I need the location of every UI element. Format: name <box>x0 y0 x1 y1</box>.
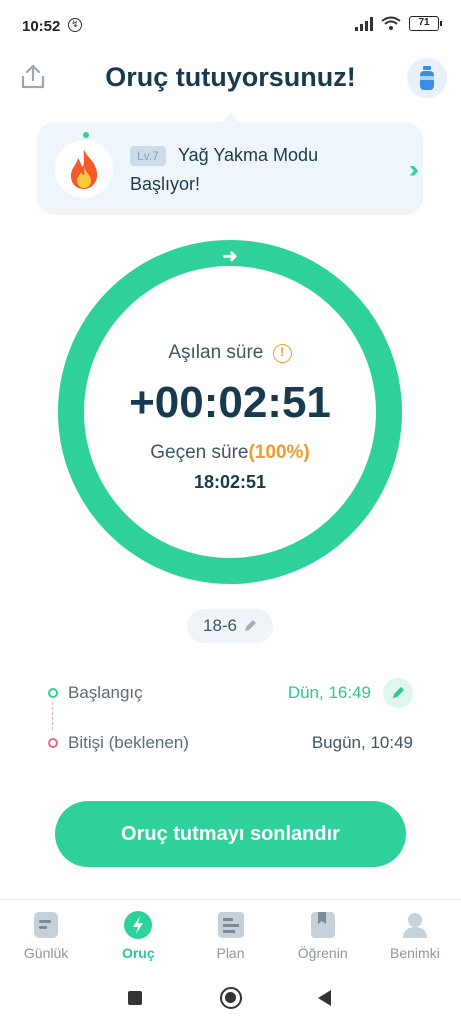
progress-dot <box>83 132 89 138</box>
nav-label-profile: Benimki <box>390 945 440 961</box>
arrow-right-icon: ➜ <box>222 246 238 266</box>
plan-icon <box>216 910 246 940</box>
share-icon <box>21 64 45 89</box>
passed-percent: (100%) <box>248 442 310 463</box>
start-time-row: Başlangıç Dün, 16:49 <box>48 678 413 708</box>
start-dot <box>48 688 58 698</box>
end-value: Bugün, 10:49 <box>311 733 413 752</box>
end-time-row: Bitişi (beklenen) Bugün, 10:49 <box>48 728 413 758</box>
end-label: Bitişi (beklenen) <box>68 733 189 752</box>
elapsed-label: Aşılan süre <box>168 342 264 363</box>
status-time: 10:52 <box>22 18 61 35</box>
plan-label: 18-6 <box>202 616 238 635</box>
water-button[interactable] <box>407 58 447 98</box>
nav-item-journal[interactable]: Günlük <box>0 900 92 973</box>
journal-icon <box>31 910 61 940</box>
double-chevron-right-icon: ›› <box>409 156 419 183</box>
end-fasting-button[interactable]: Oruç tutmayı sonlandır <box>55 801 406 867</box>
status-icons: 71 <box>355 16 442 31</box>
passed-time: 18:02:51 <box>193 472 267 492</box>
nav-item-fasting[interactable]: Oruç <box>92 900 184 973</box>
lightning-icon <box>123 910 153 940</box>
nav-item-profile[interactable]: Benimki <box>369 900 461 973</box>
banner-title-line2: Başlıyor! <box>130 174 201 194</box>
wifi-icon <box>381 16 401 30</box>
nav-label-fasting: Oruç <box>121 945 155 961</box>
data-saver-icon: ↯ <box>68 18 82 32</box>
plan-chip[interactable]: 18-6 <box>187 609 273 643</box>
elapsed-label-row: Aşılan süre ! <box>58 342 402 364</box>
back-icon[interactable] <box>318 990 331 1006</box>
share-button[interactable] <box>18 62 48 92</box>
nav-item-learn[interactable]: Öğrenin <box>277 900 369 973</box>
fire-badge <box>55 140 113 198</box>
nav-label-plan: Plan <box>216 945 245 961</box>
pencil-icon <box>245 620 257 631</box>
passed-label: Geçen süre <box>150 442 249 463</box>
start-label: Başlangıç <box>68 683 143 702</box>
person-icon <box>400 910 430 940</box>
recents-icon[interactable] <box>128 991 142 1005</box>
page-title: Oruç tutuyorsunuz! <box>105 62 356 92</box>
edit-start-button[interactable] <box>383 678 413 708</box>
nav-label-learn: Öğrenin <box>297 945 348 961</box>
fasting-progress-ring: ➜ Aşılan süre ! +00:02:51 Geçen süre(100… <box>58 240 402 584</box>
water-bottle-icon <box>420 66 434 90</box>
nav-label-journal: Günlük <box>23 945 69 961</box>
level-banner[interactable]: Lv.7 Yağ Yakma Modu Başlıyor! ›› <box>37 122 423 215</box>
nav-item-plan[interactable]: Plan <box>184 900 276 973</box>
signal-icon <box>355 16 373 31</box>
elapsed-timer: +00:02:51 <box>129 378 331 427</box>
bottom-navigation: Günlük Oruç Plan Öğrenin Benimki <box>0 899 461 973</box>
passed-label-row: Geçen süre(100%) <box>58 442 402 464</box>
pencil-icon <box>393 687 404 698</box>
banner-title-line1: Yağ Yakma Modu <box>178 145 319 165</box>
battery-indicator: 71 <box>409 16 442 31</box>
level-badge: Lv.7 <box>130 146 166 166</box>
end-dot <box>48 738 58 748</box>
info-icon[interactable]: ! <box>272 344 292 363</box>
start-value: Dün, 16:49 <box>287 683 371 702</box>
system-navigation-bar <box>0 973 461 1024</box>
home-icon[interactable] <box>220 987 242 1009</box>
fire-icon <box>70 149 98 189</box>
status-bar: 10:52 ↯ 71 <box>0 0 461 52</box>
bookmark-book-icon <box>308 910 338 940</box>
